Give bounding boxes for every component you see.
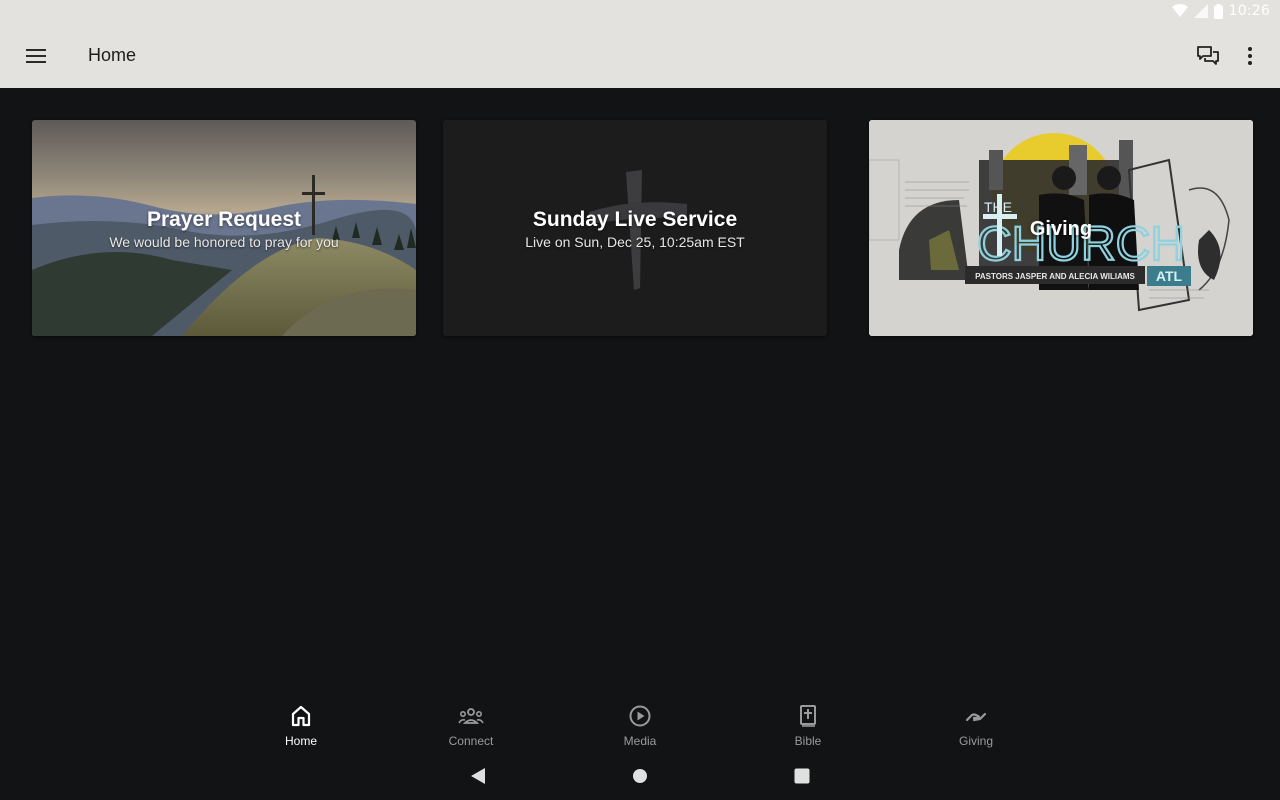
bible-icon [800, 705, 816, 727]
giving-card[interactable]: PASTORS JASPER AND ALECIA WILIAMS ATL CH… [869, 120, 1253, 336]
chat-icon [1197, 46, 1219, 65]
nav-home[interactable]: Home [241, 704, 361, 748]
home-icon [291, 705, 311, 727]
play-circle-icon [629, 705, 651, 727]
more-vert-icon [1248, 47, 1252, 65]
groups-icon [458, 708, 484, 724]
system-back-button[interactable] [466, 764, 490, 788]
sunday-live-service-card[interactable]: Sunday Live Service Live on Sun, Dec 25,… [443, 120, 827, 336]
nav-connect[interactable]: Connect [411, 704, 531, 748]
nav-label: Bible [794, 734, 822, 748]
status-icons: 10:26 [1171, 3, 1270, 19]
battery-icon [1213, 3, 1223, 19]
art-text-pastors: PASTORS JASPER AND ALECIA WILIAMS [975, 272, 1135, 281]
menu-icon [26, 49, 46, 63]
nav-label: Home [284, 734, 317, 748]
back-icon [471, 768, 485, 784]
bottom-navigation: Home Connect Media Bible Giving [0, 696, 1280, 752]
prayer-request-text: Prayer Request We would be honored to pr… [32, 208, 416, 250]
system-navigation-bar [0, 752, 1280, 800]
wifi-icon [1171, 4, 1188, 17]
nav-label: Media [623, 734, 657, 748]
more-options-button[interactable] [1230, 36, 1270, 76]
status-bar: 10:26 [0, 0, 1280, 24]
nav-label: Giving [958, 734, 993, 748]
card-subtitle: Live on Sun, Dec 25, 10:25am EST [525, 234, 745, 250]
prayer-request-card[interactable]: Prayer Request We would be honored to pr… [32, 120, 416, 336]
card-subtitle: We would be honored to pray for you [109, 234, 339, 250]
page-title: Home [88, 45, 137, 65]
giving-hand-icon [965, 712, 987, 722]
nav-bible[interactable]: Bible [748, 704, 868, 748]
system-recents-button[interactable] [790, 764, 814, 788]
recents-icon [794, 768, 810, 784]
system-home-button[interactable] [628, 764, 652, 788]
home-circle-icon [633, 769, 647, 783]
nav-media[interactable]: Media [580, 704, 700, 748]
signal-icon [1193, 4, 1208, 18]
card-title: Giving [1029, 218, 1093, 240]
menu-button[interactable] [16, 36, 56, 76]
status-time: 10:26 [1228, 3, 1270, 19]
card-title: Prayer Request [146, 208, 302, 231]
nav-label: Connect [448, 734, 494, 748]
chat-button[interactable] [1188, 36, 1228, 76]
app-bar: Home [0, 24, 1280, 88]
nav-giving[interactable]: Giving [916, 704, 1036, 748]
giving-text: Giving [869, 218, 1253, 241]
sunday-live-service-text: Sunday Live Service Live on Sun, Dec 25,… [443, 208, 827, 250]
card-title: Sunday Live Service [532, 208, 738, 231]
